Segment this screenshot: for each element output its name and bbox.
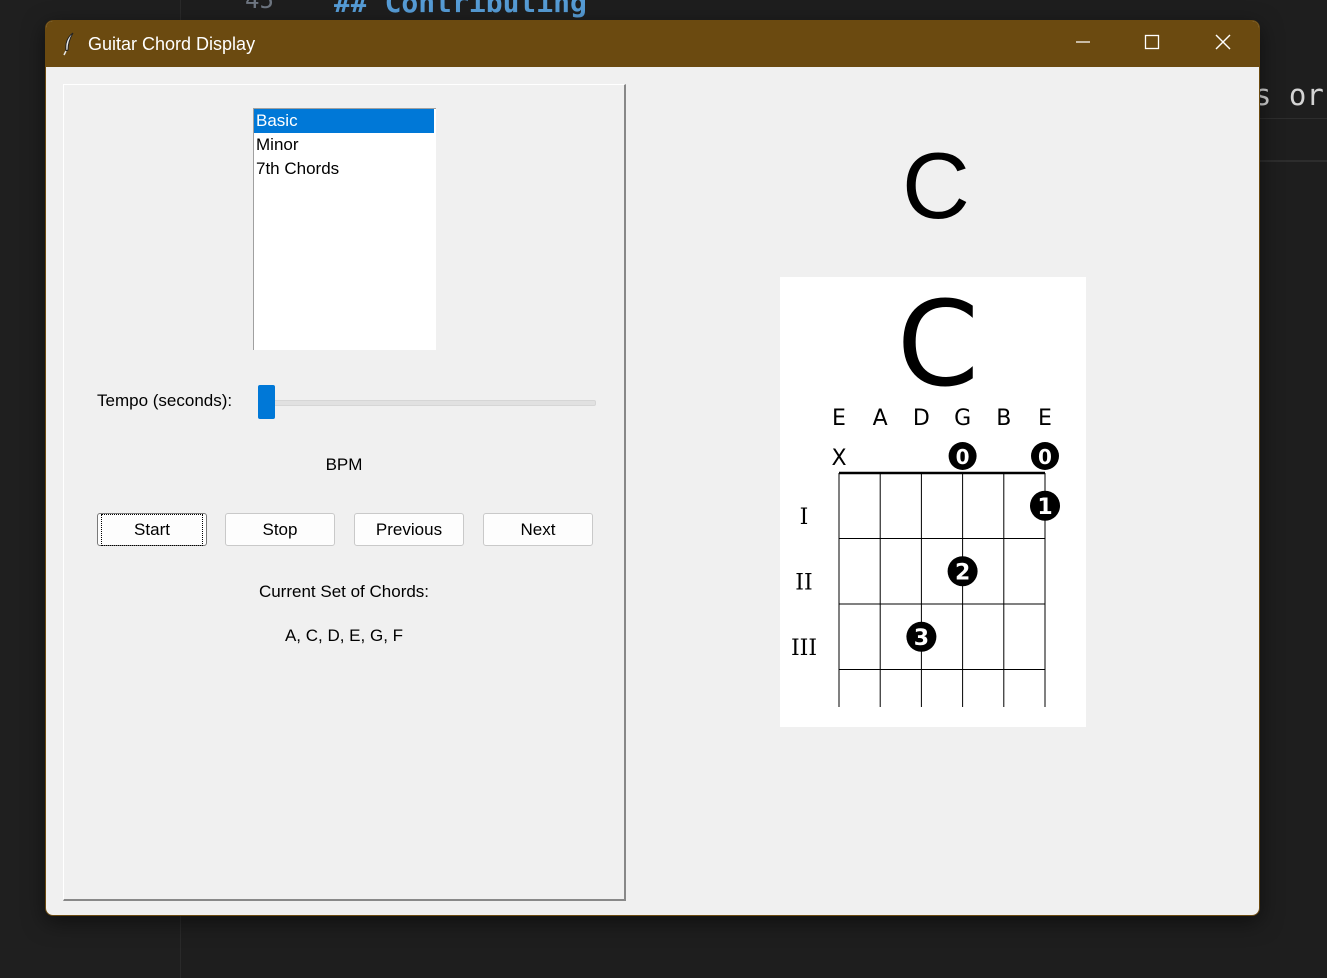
open-string-label: 0 bbox=[956, 445, 970, 469]
chord-diagram-image: C EADGBE X00 I II III 123 bbox=[780, 275, 1086, 727]
next-button-label: Next bbox=[520, 519, 556, 539]
bpm-label: BPM bbox=[325, 455, 363, 474]
previous-button[interactable]: Previous bbox=[354, 513, 464, 546]
maximize-button[interactable] bbox=[1117, 21, 1187, 67]
feather-icon bbox=[62, 32, 76, 56]
open-string-label: 0 bbox=[1038, 445, 1052, 469]
list-item[interactable]: 7th Chords bbox=[254, 157, 436, 181]
maximize-icon bbox=[1144, 34, 1160, 54]
finger-number: 2 bbox=[955, 560, 970, 585]
finger-number: 3 bbox=[914, 626, 929, 651]
editor-divider bbox=[1258, 160, 1327, 162]
chord-diagram: C EADGBE X00 IIIIII 123 bbox=[791, 275, 1060, 707]
start-button-label: Start bbox=[101, 513, 203, 546]
slider-track[interactable] bbox=[258, 400, 596, 406]
muted-string-marker: X bbox=[831, 446, 846, 471]
stop-button-label: Stop bbox=[262, 519, 298, 539]
current-set-value: A, C, D, E, G, F bbox=[284, 626, 404, 645]
current-chord-name: C bbox=[902, 133, 970, 238]
next-button[interactable]: Next bbox=[483, 513, 593, 546]
editor-divider bbox=[1258, 118, 1327, 119]
minimize-icon bbox=[1075, 34, 1091, 54]
start-button[interactable]: Start bbox=[97, 513, 207, 546]
fret-number-label: I bbox=[800, 505, 809, 530]
fret-number-label: II bbox=[795, 570, 812, 595]
controls-panel: Basic Minor 7th Chords Tempo (seconds): … bbox=[63, 84, 626, 901]
previous-button-label: Previous bbox=[375, 519, 443, 539]
string-name-label: E bbox=[832, 406, 846, 431]
tempo-label: Tempo (seconds): bbox=[97, 391, 233, 410]
chord-set-listbox[interactable]: Basic Minor 7th Chords bbox=[253, 108, 436, 350]
slider-thumb[interactable] bbox=[258, 385, 275, 419]
stop-button[interactable]: Stop bbox=[225, 513, 335, 546]
minimize-button[interactable] bbox=[1048, 21, 1118, 67]
tempo-slider[interactable] bbox=[258, 385, 596, 421]
editor-heading-text: ## Contributing bbox=[334, 0, 587, 19]
title-bar[interactable]: Guitar Chord Display bbox=[46, 21, 1259, 67]
close-icon bbox=[1214, 33, 1232, 55]
string-name-label: G bbox=[954, 406, 971, 431]
window-title: Guitar Chord Display bbox=[88, 34, 256, 54]
current-set-label: Current Set of Chords: bbox=[258, 582, 430, 601]
list-item[interactable]: Minor bbox=[254, 133, 436, 157]
diagram-chord-letter: C bbox=[897, 277, 979, 413]
fret-number-label: III bbox=[791, 636, 817, 661]
close-button[interactable] bbox=[1188, 21, 1258, 67]
editor-line-number: 45 bbox=[245, 0, 274, 14]
string-name-label: A bbox=[873, 406, 888, 431]
string-name-label: D bbox=[913, 406, 930, 431]
finger-number: 1 bbox=[1037, 495, 1052, 520]
string-name-label: E bbox=[1038, 406, 1052, 431]
string-name-label: B bbox=[996, 406, 1011, 431]
list-item[interactable]: Basic bbox=[254, 109, 434, 133]
editor-side-text: s or bbox=[1254, 78, 1324, 112]
